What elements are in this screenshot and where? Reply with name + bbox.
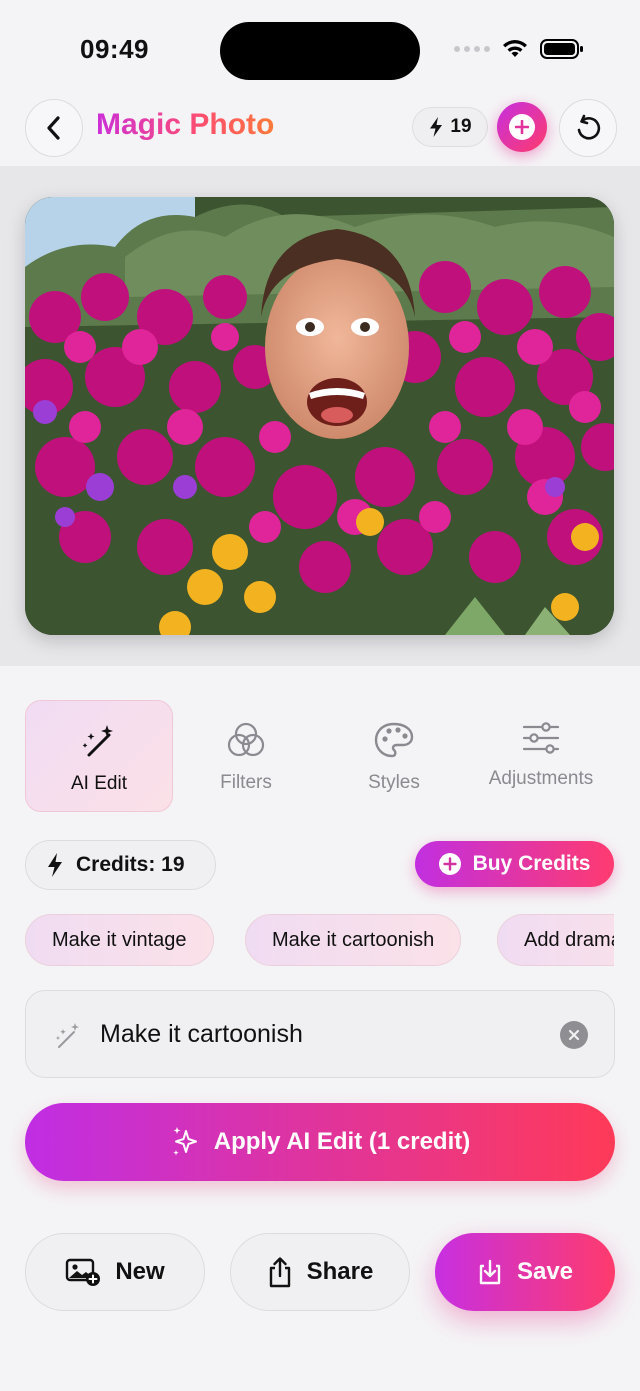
- page-title: Magic Photo: [96, 108, 275, 141]
- back-button[interactable]: [25, 99, 83, 157]
- suggestion-chip[interactable]: Make it cartoonish: [245, 914, 462, 966]
- credit-count-value: 19: [450, 116, 472, 137]
- buy-credits-button[interactable]: Buy Credits: [415, 841, 614, 887]
- credit-count-badge[interactable]: 19: [412, 107, 488, 147]
- suggestion-chips: Make it vintage Make it cartoonish Add d…: [25, 914, 614, 968]
- dynamic-island: [220, 22, 420, 80]
- share-icon: [269, 1257, 290, 1288]
- apply-label: Apply AI Edit (1 credit): [213, 1128, 471, 1155]
- suggestion-chip[interactable]: Make it vintage: [25, 914, 214, 966]
- filters-icon: [227, 722, 265, 757]
- tab-adjustments[interactable]: Adjustments: [467, 700, 615, 812]
- app-header: Magic Photo 19: [0, 96, 640, 166]
- prompt-field[interactable]: [25, 990, 615, 1078]
- tab-filters[interactable]: Filters: [172, 700, 320, 812]
- add-photo-icon: [66, 1258, 101, 1286]
- palette-icon: [374, 722, 414, 758]
- edited-photo[interactable]: [25, 197, 614, 635]
- add-credits-button[interactable]: [497, 102, 547, 152]
- tab-label: Adjustments: [488, 768, 594, 789]
- sparkles-icon: [173, 1127, 197, 1156]
- apply-ai-edit-button[interactable]: Apply AI Edit (1 credit): [25, 1103, 615, 1181]
- wifi-icon: [503, 40, 527, 57]
- tab-label: AI Edit: [71, 773, 127, 794]
- magic-wand-icon: [82, 725, 113, 757]
- status-bar: 09:49: [0, 0, 640, 96]
- close-icon: [568, 1029, 580, 1041]
- tab-styles[interactable]: Styles: [320, 700, 468, 812]
- credits-label: Credits: 19: [76, 853, 185, 876]
- new-label: New: [115, 1258, 165, 1285]
- battery-icon: [540, 39, 583, 59]
- sliders-icon: [522, 722, 560, 754]
- plus-icon: [515, 120, 529, 134]
- save-button[interactable]: Save: [435, 1233, 615, 1311]
- tab-ai-edit[interactable]: AI Edit: [25, 700, 173, 812]
- lightning-icon: [430, 117, 443, 137]
- status-icons: [454, 38, 584, 60]
- image-preview-area: [0, 166, 640, 666]
- share-label: Share: [306, 1258, 374, 1285]
- clear-prompt-button[interactable]: [560, 1021, 588, 1049]
- cellular-signal-icon: [454, 46, 490, 52]
- magic-wand-icon: [56, 1023, 79, 1048]
- save-label: Save: [516, 1258, 574, 1285]
- plus-circle-icon: [438, 853, 461, 875]
- tab-label: Styles: [368, 772, 420, 793]
- prompt-input[interactable]: [100, 1013, 540, 1055]
- undo-rotate-icon: [577, 114, 601, 140]
- status-time: 09:49: [80, 34, 149, 64]
- lightning-icon: [48, 853, 62, 877]
- new-photo-button[interactable]: New: [25, 1233, 205, 1311]
- buy-credits-label: Buy Credits: [472, 852, 591, 875]
- share-button[interactable]: Share: [230, 1233, 410, 1311]
- download-icon: [479, 1259, 501, 1285]
- chevron-left-icon: [47, 116, 60, 140]
- suggestion-chip[interactable]: Add dramatic: [497, 914, 614, 966]
- edit-mode-tabs: AI Edit Filters Styles Adjustments: [25, 700, 615, 812]
- tab-label: Filters: [220, 772, 272, 793]
- credits-badge: Credits: 19: [25, 840, 216, 890]
- reset-button[interactable]: [559, 99, 617, 157]
